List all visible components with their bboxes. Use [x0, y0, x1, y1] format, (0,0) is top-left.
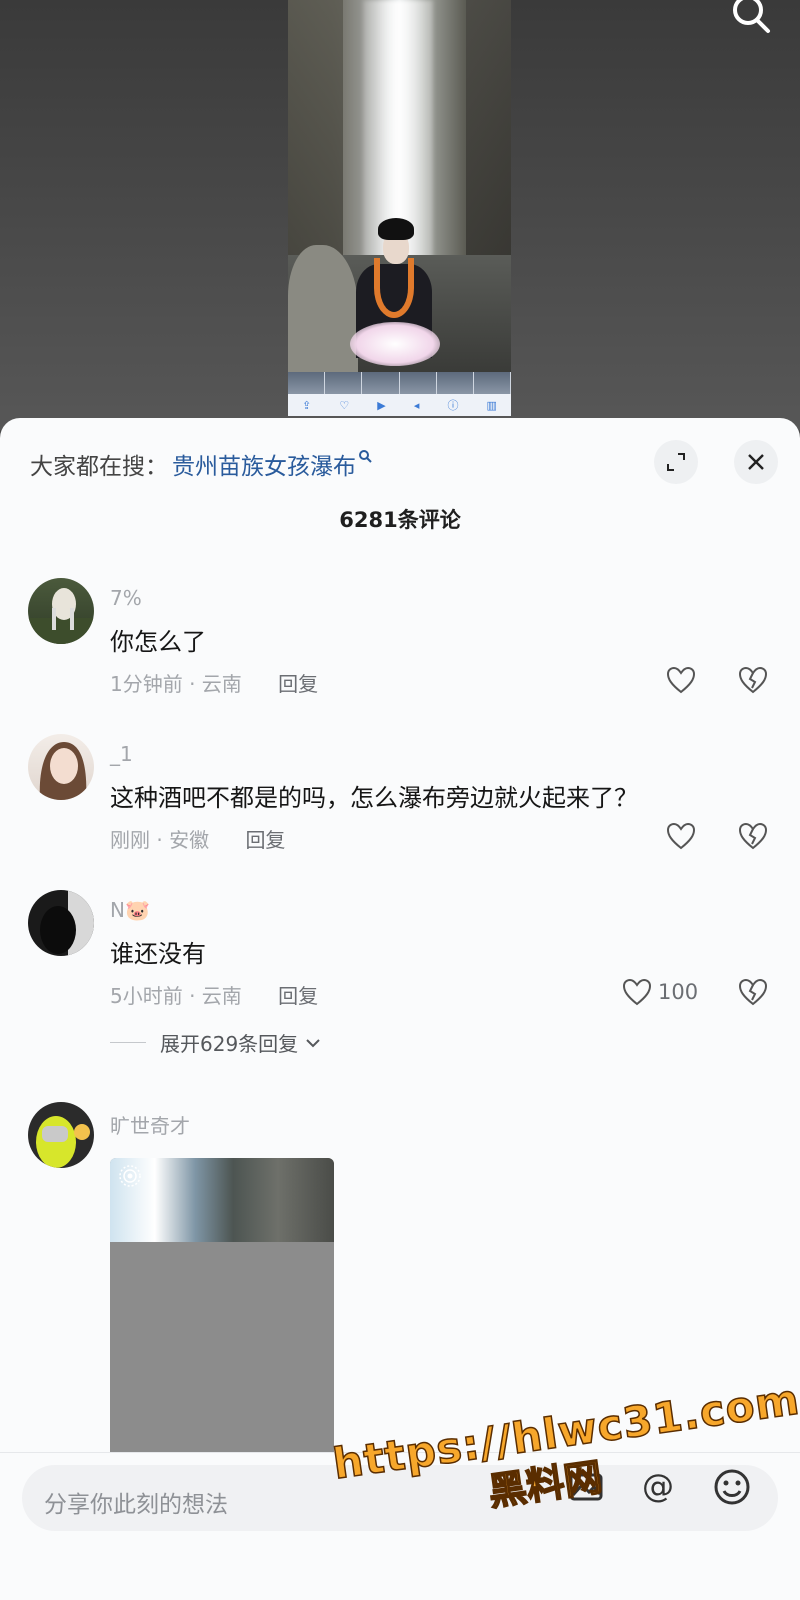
comment-input-placeholder: 分享你此刻的想法 [44, 1492, 228, 1518]
comment-meta: 1分钟前 · 云南 回复 [110, 668, 318, 697]
comment-username[interactable]: N🐷 [110, 898, 150, 922]
live-photo-icon [118, 1164, 142, 1194]
video-area: ⇪ ♡ ▶ ◂ ⓘ ▥ [0, 0, 800, 430]
like-button[interactable] [666, 822, 696, 850]
comment-username[interactable]: 7% [110, 586, 142, 610]
share-icon[interactable]: ⇪ [302, 399, 311, 412]
like-button[interactable] [666, 666, 696, 694]
reply-button[interactable]: 回复 [278, 672, 318, 696]
avatar[interactable] [28, 734, 94, 800]
info-icon[interactable]: ⓘ [447, 397, 458, 413]
comment-count: 6281条评论 [339, 508, 461, 532]
avatar[interactable] [28, 1102, 94, 1168]
expand-button[interactable] [654, 440, 698, 484]
heart-icon [666, 666, 696, 694]
comment-username[interactable]: _1 [110, 742, 133, 766]
play-icon[interactable]: ▶ [377, 399, 385, 412]
heart-icon[interactable]: ♡ [339, 399, 349, 412]
comment-time-location: 刚刚 · 安徽 [110, 828, 210, 852]
video-editor-toolbar: ⇪ ♡ ▶ ◂ ⓘ ▥ [288, 372, 512, 416]
trending-prefix: 大家都在搜： [30, 454, 168, 480]
search-icon[interactable] [728, 0, 772, 36]
reply-button[interactable]: 回复 [245, 828, 285, 852]
video-preview[interactable] [288, 0, 511, 372]
comment-time-location: 1分钟前 · 云南 [110, 672, 242, 696]
trending-search[interactable]: 大家都在搜： 贵州苗族女孩瀑布 [30, 444, 372, 484]
search-small-icon [358, 449, 372, 467]
dislike-button[interactable] [738, 822, 768, 854]
comment-text: 谁还没有 [110, 940, 206, 968]
comment-meta: 刚刚 · 安徽 回复 [110, 824, 285, 853]
expand-replies-label: 展开629条回复 [160, 1032, 299, 1056]
comment-text: 这种酒吧不都是的吗，怎么瀑布旁边就火起来了？ [110, 784, 638, 812]
comment-text: 你怎么了 [110, 628, 206, 656]
comment-image[interactable] [110, 1158, 334, 1458]
heart-icon [666, 822, 696, 850]
chevron-down-icon [306, 1038, 320, 1047]
close-button[interactable] [734, 440, 778, 484]
like-button[interactable]: 100 [622, 978, 698, 1006]
trash-icon[interactable]: ▥ [487, 399, 497, 412]
trending-query-link[interactable]: 贵州苗族女孩瀑布 [172, 447, 356, 481]
mute-icon[interactable]: ◂ [414, 399, 420, 412]
video-filmstrip[interactable] [288, 372, 512, 394]
comment-username[interactable]: 旷世奇才 [110, 1110, 190, 1139]
expand-icon [667, 453, 685, 471]
dislike-button[interactable] [738, 666, 768, 698]
comment-time-location: 5小时前 · 云南 [110, 984, 242, 1008]
close-icon [748, 454, 764, 470]
broken-heart-icon [738, 978, 768, 1006]
broken-heart-icon [738, 666, 768, 694]
broken-heart-icon [738, 822, 768, 850]
reply-button[interactable]: 回复 [278, 984, 318, 1008]
heart-icon [622, 978, 652, 1006]
dislike-button[interactable] [738, 978, 768, 1010]
comment-meta: 5小时前 · 云南 回复 [110, 980, 318, 1009]
avatar[interactable] [28, 578, 94, 644]
avatar[interactable] [28, 890, 94, 956]
like-count: 100 [658, 980, 699, 1004]
expand-replies-button[interactable]: 展开629条回复 [110, 1028, 322, 1057]
